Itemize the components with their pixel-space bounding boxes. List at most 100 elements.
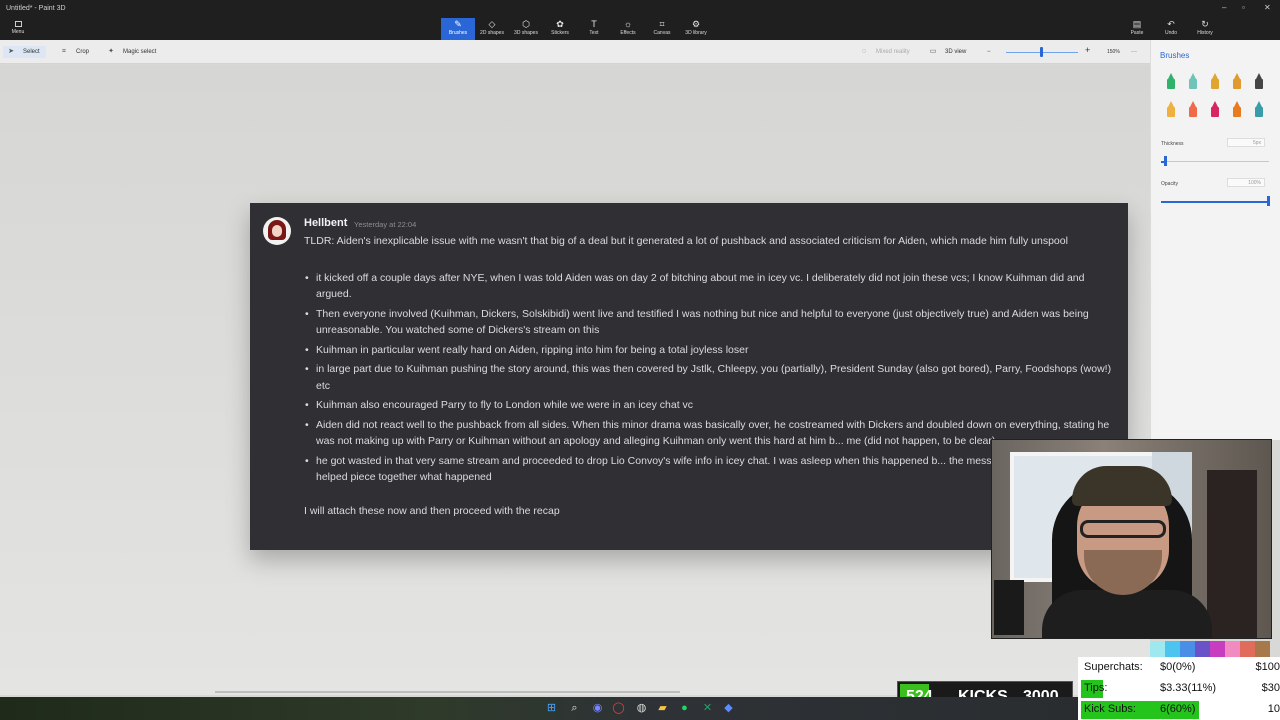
thickness-slider-track[interactable] <box>1161 161 1269 162</box>
minimize-icon[interactable]: – <box>1222 3 1226 12</box>
file-explorer-icon[interactable]: ▰ <box>656 702 669 715</box>
effects-icon: ☼ <box>623 19 633 29</box>
zoom-out-icon: − <box>987 49 991 55</box>
tab-label: 3D shapes <box>514 30 538 36</box>
undo-button[interactable]: ↶ Undo <box>1154 18 1188 40</box>
zoom-in-icon: + <box>1085 45 1091 55</box>
goal-label: Superchats: <box>1084 661 1143 673</box>
crayon-brush-icon[interactable] <box>1209 101 1221 119</box>
color-swatch-strip <box>1150 641 1272 657</box>
close-icon[interactable]: ✕ <box>1264 3 1271 12</box>
color-swatch <box>1195 641 1210 657</box>
zoom-in-button[interactable]: + <box>1085 44 1090 56</box>
spotify-icon[interactable]: ● <box>678 702 691 715</box>
paint3d-icon[interactable]: ◆ <box>722 702 735 715</box>
pixel-pen-brush-icon[interactable] <box>1253 73 1265 91</box>
library-icon: ⚙ <box>691 19 701 29</box>
tab-text[interactable]: T Text <box>577 18 611 40</box>
crop-label: Crop <box>76 49 90 55</box>
tool-options-bar: ➤ Select ⌗ Crop ✦ Magic select ◌ Mixed reali… <box>0 40 1150 64</box>
select-button[interactable]: ➤ Select <box>3 46 46 58</box>
magic-select-label: Magic select <box>123 49 157 55</box>
shapes-3d-icon: ⬡ <box>522 19 530 29</box>
opacity-label: Opacity <box>1161 181 1178 187</box>
text-icon: T <box>591 19 597 29</box>
brushes-panel: Brushes Thickness 5px Opacity 100% <box>1150 40 1280 440</box>
thickness-field[interactable]: 5px <box>1227 138 1265 147</box>
goal-current: $3.33(11%) <box>1160 682 1217 694</box>
panel-title: Brushes <box>1160 51 1190 60</box>
history-button[interactable]: ↻ History <box>1188 18 1222 40</box>
list-item: in large part due to Kuihman pushing the… <box>305 361 1114 394</box>
menu-button[interactable]: Menu <box>8 18 28 40</box>
taskbar: ⊞ ⌕ ◉ ◯ ◍ ● ▰ ✕ ◆ <box>0 697 1078 720</box>
opacity-slider-fill <box>1161 201 1269 203</box>
mixed-reality-label: Mixed reality <box>876 49 910 55</box>
oil-brush-brush-icon[interactable] <box>1209 73 1221 91</box>
discord-icon[interactable]: ◉ <box>591 702 604 715</box>
sticker-icon: ✿ <box>556 19 564 29</box>
brush-icon: ✎ <box>454 19 462 29</box>
maximize-icon[interactable]: ▫ <box>1242 3 1245 12</box>
mixed-reality-button[interactable]: ◌ Mixed reality <box>860 46 910 58</box>
tab-canvas[interactable]: ⌗ Canvas <box>645 18 679 40</box>
pencil-brush-icon[interactable] <box>1165 101 1177 119</box>
color-swatch <box>1240 641 1255 657</box>
crop-button[interactable]: ⌗ Crop <box>60 46 89 58</box>
message-timestamp: Yesterday at 22:04 <box>354 220 417 229</box>
eraser-brush-icon[interactable] <box>1187 101 1199 119</box>
color-swatch <box>1180 641 1195 657</box>
color-swatch <box>1225 641 1240 657</box>
fill-brush-icon[interactable] <box>1253 101 1265 119</box>
opera-icon[interactable]: ◯ <box>612 702 625 715</box>
canvas-icon: ⌗ <box>659 19 665 29</box>
tab-2d-shapes[interactable]: ◇ 2D shapes <box>475 18 509 40</box>
tab-label: Canvas <box>653 30 671 36</box>
search-icon[interactable]: ⌕ <box>568 702 581 715</box>
opacity-field[interactable]: 100% <box>1227 178 1265 187</box>
paste-button[interactable]: ▤ Paste <box>1120 18 1154 40</box>
calligraphy-pen-brush-icon[interactable] <box>1187 73 1199 91</box>
tab-effects[interactable]: ☼ Effects <box>611 18 645 40</box>
view-3d-label: 3D view <box>945 49 967 55</box>
tab-brushes[interactable]: ✎ Brushes <box>441 18 475 40</box>
donation-goals-panel: Superchats: $0(0%) $100 Tips: $3.33(11%) $30 K… <box>1078 657 1280 720</box>
tab-label: Text <box>589 30 599 36</box>
view-3d-toggle[interactable]: ▭ 3D view <box>929 46 967 58</box>
window-title: Untitled* - Paint 3D <box>6 5 66 12</box>
more-options-icon[interactable]: ··· <box>1131 46 1137 58</box>
tab-label: Effects <box>620 30 636 36</box>
tab-3d-library[interactable]: ⚙ 3D library <box>679 18 713 40</box>
tab-label: Stickers <box>551 30 569 36</box>
list-item: Then everyone involved (Kuihman, Dickers… <box>305 306 1114 339</box>
menu-icon <box>14 21 22 27</box>
spray-can-brush-icon[interactable] <box>1231 101 1243 119</box>
tab-label: 2D shapes <box>480 30 504 36</box>
marker-brush-icon[interactable] <box>1165 73 1177 91</box>
goal-target: 10 <box>1267 703 1280 715</box>
zoom-out-button[interactable]: − <box>987 46 991 58</box>
goal-row: Superchats: $0(0%) $100 <box>1078 658 1280 678</box>
windows-start-icon[interactable]: ⊞ <box>545 702 558 715</box>
horizontal-scrollbar[interactable] <box>215 691 680 693</box>
message-tldr: TLDR: Aiden's inexplicable issue with me… <box>304 235 1068 247</box>
goal-label: Tips: <box>1084 682 1108 694</box>
tab-stickers[interactable]: ✿ Stickers <box>543 18 577 40</box>
thickness-slider-thumb[interactable] <box>1164 156 1168 166</box>
shapes-2d-icon: ◇ <box>488 19 496 29</box>
cursor-icon: ➤ <box>8 48 14 55</box>
tab-3d-shapes[interactable]: ⬡ 3D shapes <box>509 18 543 40</box>
list-item: Kuihman also encouraged Parry to fly to … <box>305 397 1114 414</box>
select-label: Select <box>23 49 40 55</box>
watercolor-brush-icon[interactable] <box>1231 73 1243 91</box>
undo-icon: ↶ <box>1167 19 1175 29</box>
magic-select-button[interactable]: ✦ Magic select <box>107 46 156 58</box>
zoom-slider-thumb[interactable] <box>1040 47 1043 57</box>
obs-icon[interactable]: ◍ <box>635 702 648 715</box>
excel-icon[interactable]: ✕ <box>701 702 714 715</box>
opacity-slider-thumb[interactable] <box>1267 196 1270 206</box>
goal-target: $30 <box>1261 682 1280 694</box>
goal-target: $100 <box>1255 661 1280 673</box>
color-swatch <box>1165 641 1180 657</box>
action-label: History <box>1197 30 1213 36</box>
